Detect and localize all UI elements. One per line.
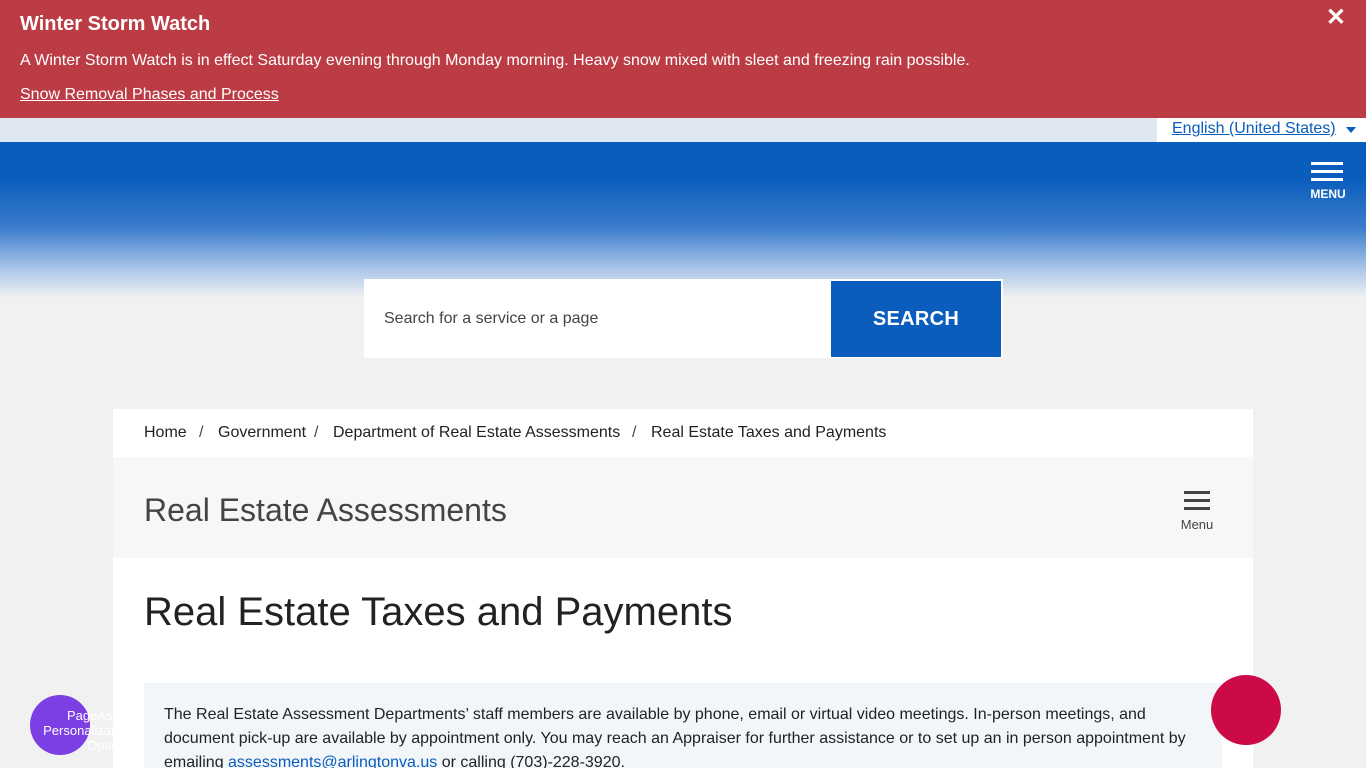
breadcrumb-separator: /: [632, 424, 637, 441]
language-selector[interactable]: English (United States): [1157, 118, 1366, 142]
snow-removal-link[interactable]: Snow Removal Phases and Process: [20, 86, 279, 104]
page-title: Real Estate Taxes and Payments: [144, 590, 733, 634]
hamburger-icon: [1184, 491, 1210, 494]
section-menu-button[interactable]: Menu: [1179, 491, 1215, 532]
breadcrumb-home[interactable]: Home: [144, 424, 187, 442]
notice-box: The Real Estate Assessment Departments’ …: [144, 683, 1222, 768]
alert-title: Winter Storm Watch: [20, 13, 211, 35]
page-assist-alt-text: PageAssist Personalization Options: [43, 708, 132, 753]
alert-banner: Winter Storm Watch ✕ A Winter Storm Watc…: [0, 0, 1366, 118]
breadcrumb-government[interactable]: Government: [218, 424, 306, 442]
search-button[interactable]: SEARCH: [831, 281, 1001, 357]
language-selected[interactable]: English (United States): [1172, 120, 1336, 138]
section-menu-label: Menu: [1180, 517, 1214, 532]
breadcrumb-department[interactable]: Department of Real Estate Assessments: [333, 424, 620, 442]
caret-down-icon: [1346, 127, 1356, 133]
hamburger-icon: [1311, 162, 1343, 165]
section-title[interactable]: Real Estate Assessments: [144, 492, 507, 529]
email-link[interactable]: assessments@arlingtonva.us: [228, 754, 437, 768]
breadcrumb: Home / Government / Department of Real E…: [113, 409, 1253, 457]
section-header: Real Estate Assessments Menu: [113, 457, 1253, 558]
close-icon[interactable]: ✕: [1326, 6, 1346, 30]
breadcrumb-separator: /: [314, 424, 319, 441]
chat-widget-button[interactable]: [1211, 675, 1281, 745]
main-content: Real Estate Taxes and Payments The Real …: [113, 558, 1253, 768]
search-input[interactable]: [364, 279, 830, 358]
hero-banner: [0, 118, 1366, 298]
page-assist-button[interactable]: PageAssist Personalization Options: [30, 695, 132, 755]
breadcrumb-separator: /: [199, 424, 204, 441]
main-menu-button[interactable]: MENU: [1306, 160, 1350, 204]
breadcrumb-current: Real Estate Taxes and Payments: [651, 424, 887, 441]
notice-text: The Real Estate Assessment Departments’ …: [164, 703, 1204, 768]
alert-text: A Winter Storm Watch is in effect Saturd…: [20, 52, 970, 69]
menu-label: MENU: [1310, 187, 1346, 201]
